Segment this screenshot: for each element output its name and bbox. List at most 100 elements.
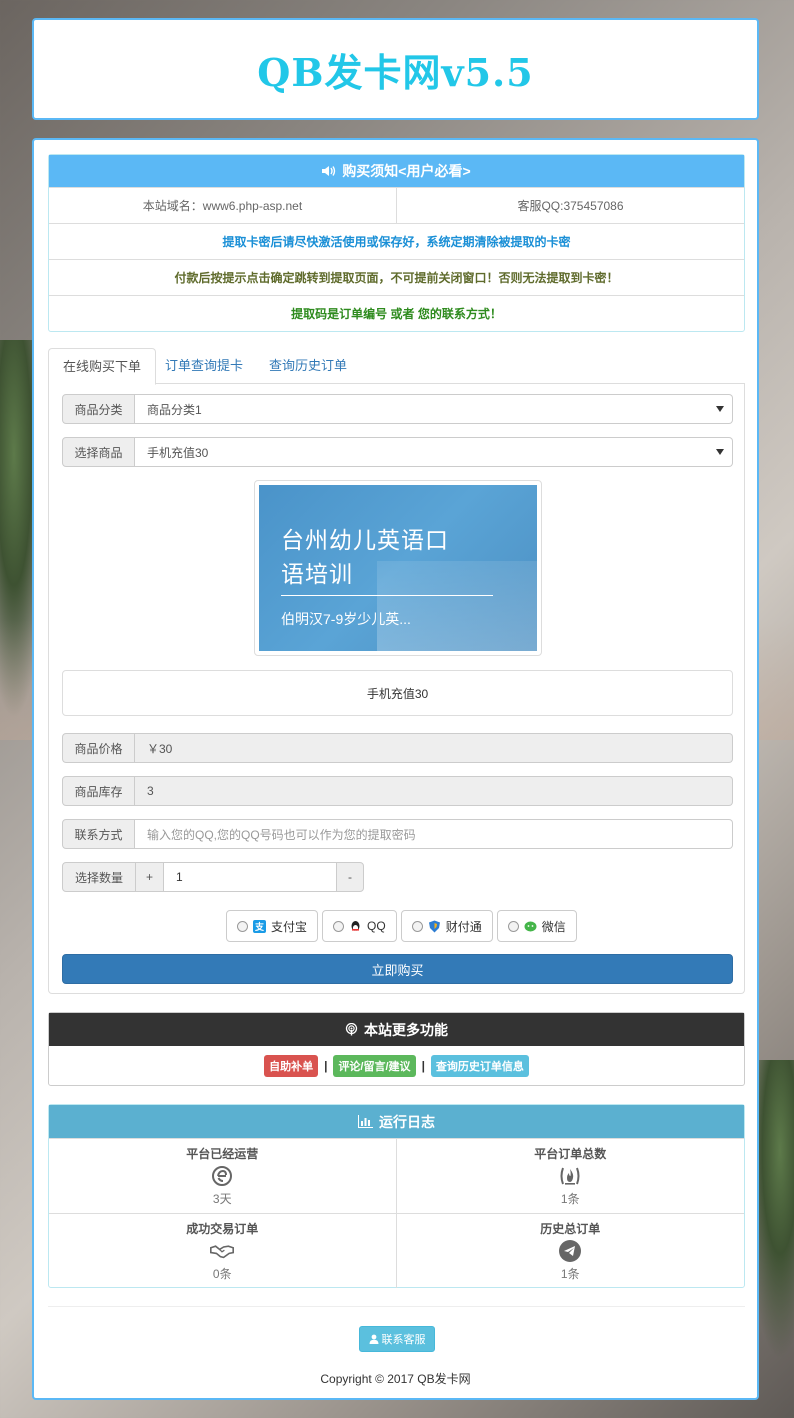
history-order-link[interactable]: 查询历史订单信息 xyxy=(430,1055,529,1077)
notice-line-3: 提取码是订单编号 或者 您的联系方式！ xyxy=(49,295,744,331)
radio-icon[interactable] xyxy=(237,920,248,932)
payment-label: 微信 xyxy=(541,919,566,934)
run-log-panel: 运行日志 平台已经运营 3天 平台订单总数 1条 成功交易订单 0条 历史总订单 xyxy=(48,1104,745,1288)
speaker-icon xyxy=(322,166,336,176)
price-field: ￥30 xyxy=(135,733,733,763)
bar-chart-icon xyxy=(358,1115,373,1128)
payment-tenpay[interactable]: 财付通 xyxy=(400,910,493,942)
stat-value: 1条 xyxy=(560,1192,580,1206)
stat-title: 历史总订单 xyxy=(540,1222,601,1236)
site-title: QB发卡网v5.5 xyxy=(257,49,534,95)
copyright: Copyright © 2017 QB发卡网 xyxy=(320,1372,471,1386)
radio-icon[interactable] xyxy=(333,920,345,932)
payment-wechat[interactable]: 微信 xyxy=(496,910,577,942)
quantity-stepper: 选择数量 + 1 - xyxy=(62,862,364,892)
payment-qq[interactable]: QQ xyxy=(322,910,397,942)
more-features-links: 自助补单 | 评论/留言/建议 | 查询历史订单信息 xyxy=(49,1046,744,1086)
run-log-grid: 平台已经运营 3天 平台订单总数 1条 成功交易订单 0条 历史总订单 1条 xyxy=(49,1138,744,1288)
stat-total-orders: 平台订单总数 1条 xyxy=(396,1138,744,1213)
tab-buy-online[interactable]: 在线购买下单 xyxy=(48,348,157,385)
telegram-icon xyxy=(558,1239,582,1263)
radio-icon[interactable] xyxy=(507,920,519,932)
promo-title-2: 语培训 xyxy=(281,561,353,587)
stat-value: 0条 xyxy=(212,1267,232,1281)
ie-icon xyxy=(210,1164,234,1188)
qq-icon xyxy=(351,920,360,931)
contact-service-label: 联系客服 xyxy=(381,1334,426,1346)
caret-down-icon xyxy=(716,406,724,412)
payment-label: 支付宝 xyxy=(271,919,308,934)
stat-history-orders: 历史总订单 1条 xyxy=(396,1213,744,1288)
category-label: 商品分类 xyxy=(62,394,135,424)
notice-line-2: 付款后按提示点击确定跳转到提取页面，不可提前关闭窗口！否则无法提取到卡密！ xyxy=(49,259,744,295)
payment-options: 支 支付宝 QQ 财付通 微信 xyxy=(226,910,577,942)
promo-banner: 台州幼儿英语口 语培训 伯明汉7-9岁少儿英... xyxy=(259,485,537,651)
price-group: 商品价格 ￥30 xyxy=(62,733,733,763)
stat-days-running: 平台已经运营 3天 xyxy=(49,1138,397,1213)
contact-group: 联系方式 输入您的QQ,您的QQ号码也可以作为您的提取密码 xyxy=(62,819,733,849)
self-service-reissue-link[interactable]: 自助补单 xyxy=(264,1055,319,1077)
notice-heading-text: 购买须知<用户必看> xyxy=(342,163,471,179)
user-icon xyxy=(369,1334,378,1344)
stat-title: 平台订单总数 xyxy=(534,1147,607,1161)
stat-title: 平台已经运营 xyxy=(186,1147,259,1161)
footer-divider xyxy=(48,1306,745,1307)
notice-heading: 购买须知<用户必看> xyxy=(49,155,744,187)
site-domain: 本站域名：www6.php-asp.net xyxy=(49,188,397,223)
purchase-form: 商品分类 商品分类1 选择商品 手机充值30 台州幼儿英语口 语培训 伯明汉7-… xyxy=(48,384,745,994)
payment-alipay[interactable]: 支 支付宝 xyxy=(226,910,319,942)
feedback-link[interactable]: 评论/留言/建议 xyxy=(333,1055,416,1077)
quantity-input[interactable]: 1 xyxy=(164,862,336,892)
tab-order-history[interactable]: 查询历史订单 xyxy=(255,348,361,385)
radio-icon[interactable] xyxy=(411,920,423,932)
category-group: 商品分类 商品分类1 xyxy=(62,394,733,424)
fire-icon xyxy=(558,1164,582,1188)
separator: | xyxy=(324,1059,328,1073)
header-panel: QB发卡网v5.5 xyxy=(32,18,759,120)
caret-down-icon xyxy=(716,449,724,455)
more-features-heading: 本站更多功能 xyxy=(49,1013,744,1046)
product-image: 台州幼儿英语口 语培训 伯明汉7-9岁少儿英... xyxy=(254,480,542,656)
notice-line-1: 提取卡密后请尽快激活使用或保存好，系统定期清除被提取的卡密 xyxy=(49,223,744,259)
more-features-panel: 本站更多功能 自助补单 | 评论/留言/建议 | 查询历史订单信息 xyxy=(48,1012,745,1086)
purchase-notice: 购买须知<用户必看> 本站域名：www6.php-asp.net 客服QQ:37… xyxy=(48,154,745,332)
tenpay-icon xyxy=(428,920,440,932)
tab-order-query[interactable]: 订单查询提卡 xyxy=(151,348,257,385)
stat-title: 成功交易订单 xyxy=(186,1222,259,1236)
product-select[interactable]: 手机充值30 xyxy=(135,437,733,467)
category-select[interactable]: 商品分类1 xyxy=(135,394,733,424)
product-group: 选择商品 手机充值30 xyxy=(62,437,733,467)
quantity-plus-button[interactable]: + xyxy=(136,862,164,892)
contact-input[interactable]: 输入您的QQ,您的QQ号码也可以作为您的提取密码 xyxy=(135,819,733,849)
category-selected: 商品分类1 xyxy=(147,402,202,417)
handshake-icon xyxy=(210,1239,235,1263)
payment-label: QQ xyxy=(367,919,386,933)
podcast-icon xyxy=(345,1023,358,1036)
more-features-title: 本站更多功能 xyxy=(364,1021,448,1038)
stock-group: 商品库存 3 xyxy=(62,776,733,806)
stock-label: 商品库存 xyxy=(62,776,135,806)
quantity-minus-button[interactable]: - xyxy=(336,862,364,892)
product-selected: 手机充值30 xyxy=(147,445,209,460)
product-label: 选择商品 xyxy=(62,437,135,467)
separator: | xyxy=(421,1059,425,1073)
notice-info-row: 本站域名：www6.php-asp.net 客服QQ:375457086 xyxy=(49,187,744,223)
contact-label: 联系方式 xyxy=(62,819,135,849)
promo-subtitle: 伯明汉7-9岁少儿英... xyxy=(281,611,411,627)
stat-value: 1条 xyxy=(560,1267,580,1281)
product-description: 手机充值30 xyxy=(62,670,733,716)
quantity-label: 选择数量 xyxy=(62,862,136,892)
contact-service-button[interactable]: 联系客服 xyxy=(359,1326,435,1352)
alipay-icon: 支 xyxy=(253,919,266,933)
buy-now-button[interactable]: 立即购买 xyxy=(62,954,733,984)
wechat-icon xyxy=(524,921,537,931)
payment-label: 财付通 xyxy=(445,919,482,934)
tab-bar: 在线购买下单 订单查询提卡 查询历史订单 xyxy=(48,348,745,385)
promo-divider xyxy=(281,595,493,596)
stat-successful-orders: 成功交易订单 0条 xyxy=(49,1213,397,1288)
stock-field: 3 xyxy=(135,776,733,806)
main-panel: 购买须知<用户必看> 本站域名：www6.php-asp.net 客服QQ:37… xyxy=(32,138,759,1400)
price-label: 商品价格 xyxy=(62,733,135,763)
service-qq: 客服QQ:375457086 xyxy=(517,199,624,213)
stat-value: 3天 xyxy=(212,1192,232,1206)
